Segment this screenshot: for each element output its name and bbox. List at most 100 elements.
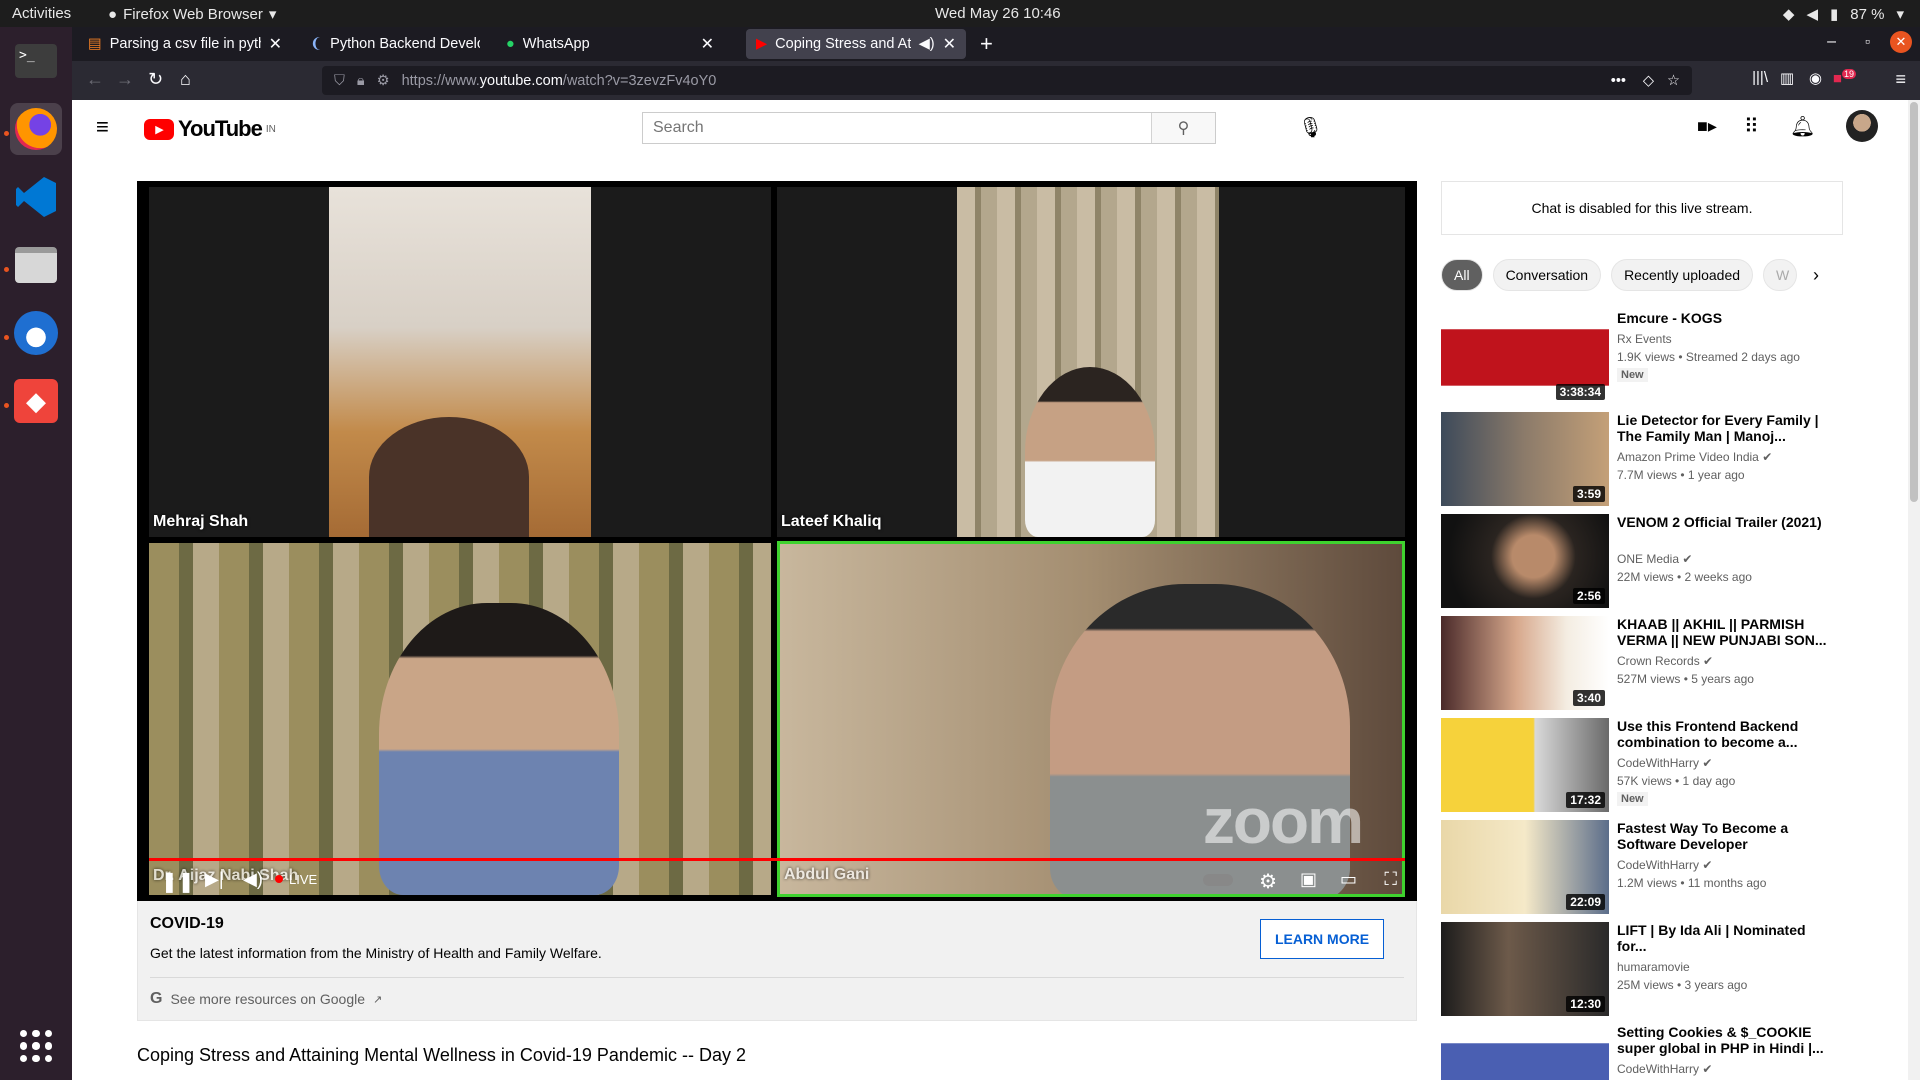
video-thumbnail[interactable]: 2:56 (1441, 514, 1609, 608)
forward-icon[interactable]: → (116, 69, 134, 90)
show-apps-icon[interactable] (20, 1030, 52, 1062)
menu-icon[interactable]: ≡ (1895, 69, 1906, 90)
video-title[interactable]: Use this Frontend Backend combination to… (1617, 718, 1827, 750)
video-thumbnail[interactable]: 17:32 (1441, 718, 1609, 812)
video-thumbnail[interactable]: 12:30 (1441, 922, 1609, 1016)
back-icon[interactable]: ← (86, 69, 104, 90)
tab-whatsapp[interactable]: ● WhatsApp ✕ (496, 29, 724, 59)
home-icon[interactable]: ⌂ (180, 69, 191, 90)
extension-icon[interactable]: ■ 19 (1833, 69, 1856, 87)
system-tray[interactable]: ◆ ◀ ▮ 87 % ▾ (1783, 5, 1904, 24)
library-icon[interactable]: |||\ (1752, 69, 1768, 86)
video-title[interactable]: Lie Detector for Every Family | The Fami… (1617, 412, 1827, 444)
video-player[interactable]: Mehraj Shah Lateef Khaliq Dr. Aijaz Nabi… (137, 181, 1417, 901)
tab-youtube-active[interactable]: ▶ Coping Stress and Atta ◀) ✕ (746, 29, 966, 59)
recommendation-item[interactable]: 17:32 Use this Frontend Backend combinat… (1441, 718, 1851, 814)
video-thumbnail[interactable] (1441, 1024, 1609, 1080)
channel-name[interactable]: humaramovie (1617, 960, 1690, 974)
pause-icon[interactable]: ❚❚ (161, 869, 195, 894)
autoplay-toggle[interactable] (1203, 874, 1233, 886)
video-thumbnail[interactable]: 3:38:34 (1441, 310, 1609, 404)
tab-python-backend[interactable]: ❨ Python Backend Develop (300, 29, 490, 59)
channel-name[interactable]: Crown Records ✔ (1617, 654, 1713, 668)
dock-anydesk[interactable]: ◆ (10, 375, 62, 427)
recommendation-item[interactable]: 12:30 LIFT | By Ida Ali | Nominated for.… (1441, 922, 1851, 1018)
video-thumbnail[interactable]: 22:09 (1441, 820, 1609, 914)
channel-name[interactable]: CodeWithHarry ✔ (1617, 1062, 1712, 1076)
shield-icon[interactable]: ⛉ (334, 73, 345, 89)
reload-icon[interactable]: ↻ (148, 69, 163, 90)
youtube-logo[interactable]: ▶ YouTube IN (144, 116, 276, 142)
avatar[interactable] (1846, 110, 1878, 142)
settings-gear-icon[interactable]: ⚙ (1259, 869, 1277, 894)
maximize-icon[interactable]: ▫ (1865, 33, 1870, 49)
dock-terminal[interactable]: >_ (10, 35, 62, 87)
dock-firefox[interactable] (10, 103, 62, 155)
recommendation-item[interactable]: 2:56 VENOM 2 Official Trailer (2021) ONE… (1441, 514, 1851, 610)
close-icon[interactable]: ✕ (701, 34, 714, 54)
permissions-icon[interactable]: ⚙ (377, 73, 390, 89)
microphone-icon[interactable]: 🎙︎ (1298, 115, 1323, 140)
next-icon[interactable]: ▶| (205, 869, 224, 890)
search-button[interactable]: ⚲ (1151, 113, 1215, 143)
video-title[interactable]: KHAAB || AKHIL || PARMISH VERMA || NEW P… (1617, 616, 1827, 648)
audio-playing-icon[interactable]: ◀) (919, 36, 935, 52)
learn-more-button[interactable]: LEARN MORE (1260, 919, 1384, 959)
recommendation-item[interactable]: 3:40 KHAAB || AKHIL || PARMISH VERMA || … (1441, 616, 1851, 712)
close-icon[interactable]: ✕ (269, 34, 282, 54)
video-title[interactable]: LIFT | By Ida Ali | Nominated for... (1617, 922, 1827, 954)
video-thumbnail[interactable]: 3:40 (1441, 616, 1609, 710)
chip-conversation[interactable]: Conversation (1492, 259, 1602, 291)
video-title[interactable]: VENOM 2 Official Trailer (2021) (1617, 514, 1827, 530)
miniplayer-icon[interactable]: ▣ (1300, 869, 1317, 890)
video-thumbnail[interactable]: 3:59 (1441, 412, 1609, 506)
apps-grid-icon[interactable]: ⠿ (1744, 114, 1759, 139)
clock[interactable]: Wed May 26 10:46 (935, 5, 1061, 22)
chevron-right-icon[interactable]: › (1813, 265, 1819, 286)
chip-truncated[interactable]: W (1763, 259, 1798, 291)
close-window-button[interactable]: ✕ (1890, 31, 1912, 53)
recommendation-item[interactable]: 22:09 Fastest Way To Become a Software D… (1441, 820, 1851, 916)
recommendation-item[interactable]: 3:38:34 Emcure - KOGS Rx Events 1.9K vie… (1441, 310, 1851, 406)
app-menu[interactable]: ● Firefox Web Browser ▾ (108, 5, 276, 24)
live-label[interactable]: LIVE (289, 872, 317, 887)
create-video-icon[interactable]: ■▸ (1697, 116, 1717, 137)
channel-name[interactable]: CodeWithHarry ✔ (1617, 756, 1712, 770)
channel-name[interactable]: ONE Media ✔ (1617, 552, 1692, 566)
hamburger-menu-icon[interactable]: ≡ (96, 114, 109, 140)
theater-mode-icon[interactable]: ▭ (1340, 869, 1357, 890)
thunderbird-icon (14, 311, 58, 355)
video-title[interactable]: Setting Cookies & $_COOKIE super global … (1617, 1024, 1827, 1056)
google-resources-link[interactable]: G See more resources on Google ↗ (150, 990, 382, 1008)
lock-icon[interactable]: 🔒︎ (357, 73, 365, 89)
sidebar-icon[interactable]: ▥ (1780, 69, 1794, 87)
minimize-icon[interactable]: – (1827, 33, 1836, 51)
recommendation-item[interactable]: 3:59 Lie Detector for Every Family | The… (1441, 412, 1851, 508)
channel-name[interactable]: Amazon Prime Video India ✔ (1617, 450, 1772, 464)
chip-all[interactable]: All (1441, 259, 1483, 291)
channel-name[interactable]: Rx Events (1617, 332, 1672, 346)
new-tab-button[interactable]: + (980, 31, 993, 57)
video-title[interactable]: Fastest Way To Become a Software Develop… (1617, 820, 1827, 852)
video-title[interactable]: Emcure - KOGS (1617, 310, 1827, 326)
pocket-icon[interactable]: ◇ (1643, 73, 1654, 89)
tab-csv[interactable]: ▤ Parsing a csv file in pytho ✕ (78, 29, 292, 59)
search-input[interactable] (643, 113, 1151, 143)
dock-thunderbird[interactable] (10, 307, 62, 359)
volume-icon[interactable]: ◀) (243, 869, 263, 890)
page-actions-icon[interactable]: ••• (1611, 73, 1626, 89)
activities-button[interactable]: Activities (12, 5, 71, 22)
account-icon[interactable]: ◉ (1809, 69, 1822, 87)
bookmark-star-icon[interactable]: ☆ (1667, 73, 1680, 89)
channel-name[interactable]: CodeWithHarry ✔ (1617, 858, 1712, 872)
notifications-bell-icon[interactable]: 🔔︎ (1790, 114, 1815, 139)
fullscreen-icon[interactable]: ⛶ (1384, 869, 1397, 890)
recommendation-item[interactable]: Setting Cookies & $_COOKIE super global … (1441, 1024, 1851, 1080)
page-scrollbar[interactable] (1908, 100, 1920, 1080)
url-bar[interactable]: ⛉ 🔒︎ ⚙ https://www.youtube.com/watch?v=3… (322, 66, 1692, 95)
battery-percent: 87 % (1850, 5, 1885, 23)
dock-files[interactable] (10, 239, 62, 291)
close-icon[interactable]: ✕ (943, 34, 956, 54)
chip-recently-uploaded[interactable]: Recently uploaded (1611, 259, 1754, 291)
dock-vscode[interactable] (10, 171, 62, 223)
